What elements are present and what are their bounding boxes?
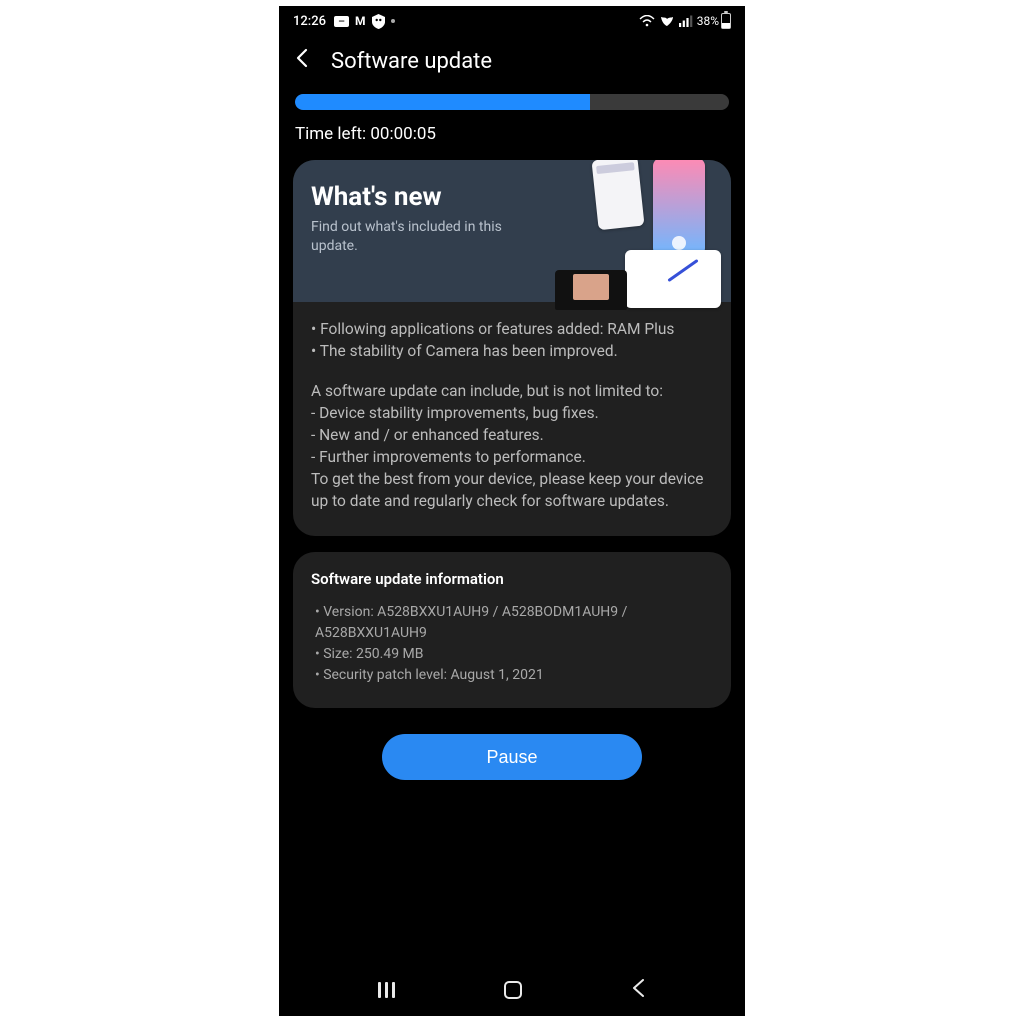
notes-intro: A software update can include, but is no…	[311, 380, 713, 402]
download-progress	[279, 94, 745, 110]
info-row: • Version: A528BXXU1AUH9 / A528BODM1AUH9…	[311, 602, 713, 644]
whats-new-banner: What's new Find out what's included in t…	[293, 160, 731, 302]
nav-home-button[interactable]	[504, 981, 522, 999]
privacy-icon	[372, 14, 385, 29]
nav-back-button[interactable]	[631, 978, 647, 1002]
info-heading: Software update information	[311, 570, 713, 588]
note-bullet: • The stability of Camera has been impro…	[311, 340, 713, 362]
signal-icon	[679, 15, 693, 27]
art-phone-gradient-icon	[653, 160, 705, 256]
notes-bullets: • Following applications or features add…	[311, 318, 713, 362]
info-row: • Size: 250.49 MB	[311, 644, 713, 665]
update-notes: • Following applications or features add…	[293, 302, 731, 536]
status-right: 38%	[639, 13, 731, 29]
pause-button[interactable]: Pause	[382, 734, 642, 780]
time-left-label: Time left: 00:00:05	[279, 110, 745, 160]
whats-new-subtitle: Find out what's included in this update.	[311, 218, 541, 256]
battery-icon	[721, 13, 731, 29]
gmail-icon: M	[355, 14, 366, 28]
status-left: 12:26 — M	[293, 14, 395, 29]
notes-item: - New and / or enhanced features.	[311, 424, 713, 446]
status-time: 12:26	[293, 14, 326, 29]
progress-fill	[295, 94, 590, 110]
dot-icon	[391, 19, 395, 23]
devices-art	[537, 160, 731, 312]
notes-item: - Further improvements to performance.	[311, 446, 713, 468]
whats-new-card: What's new Find out what's included in t…	[293, 160, 731, 536]
notes-outro: To get the best from your device, please…	[311, 468, 713, 512]
page-title: Software update	[331, 49, 492, 74]
battery-indicator: 38%	[697, 13, 731, 29]
action-bar: Pause	[279, 708, 745, 790]
status-bar[interactable]: 12:26 — M 38%	[279, 6, 745, 36]
notes-item: - Device stability improvements, bug fix…	[311, 402, 713, 424]
card-icon: —	[334, 16, 349, 27]
phone-frame: 12:26 — M 38%	[279, 6, 745, 1016]
back-icon[interactable]	[293, 48, 313, 74]
art-laptop-icon	[555, 270, 627, 310]
nav-recents-button[interactable]	[378, 982, 395, 998]
wifi-calling-icon	[639, 15, 655, 27]
battery-percent: 38%	[697, 14, 719, 28]
art-phone-light-icon	[591, 160, 644, 230]
update-info-card: Software update information • Version: A…	[293, 552, 731, 708]
info-row: • Security patch level: August 1, 2021	[311, 665, 713, 686]
notes-description: A software update can include, but is no…	[311, 380, 713, 512]
note-bullet: • Following applications or features add…	[311, 318, 713, 340]
system-nav-bar	[279, 970, 745, 1016]
page-header: Software update	[279, 36, 745, 94]
info-list: • Version: A528BXXU1AUH9 / A528BODM1AUH9…	[311, 602, 713, 686]
progress-track	[295, 94, 729, 110]
vowifi-icon	[659, 15, 675, 27]
